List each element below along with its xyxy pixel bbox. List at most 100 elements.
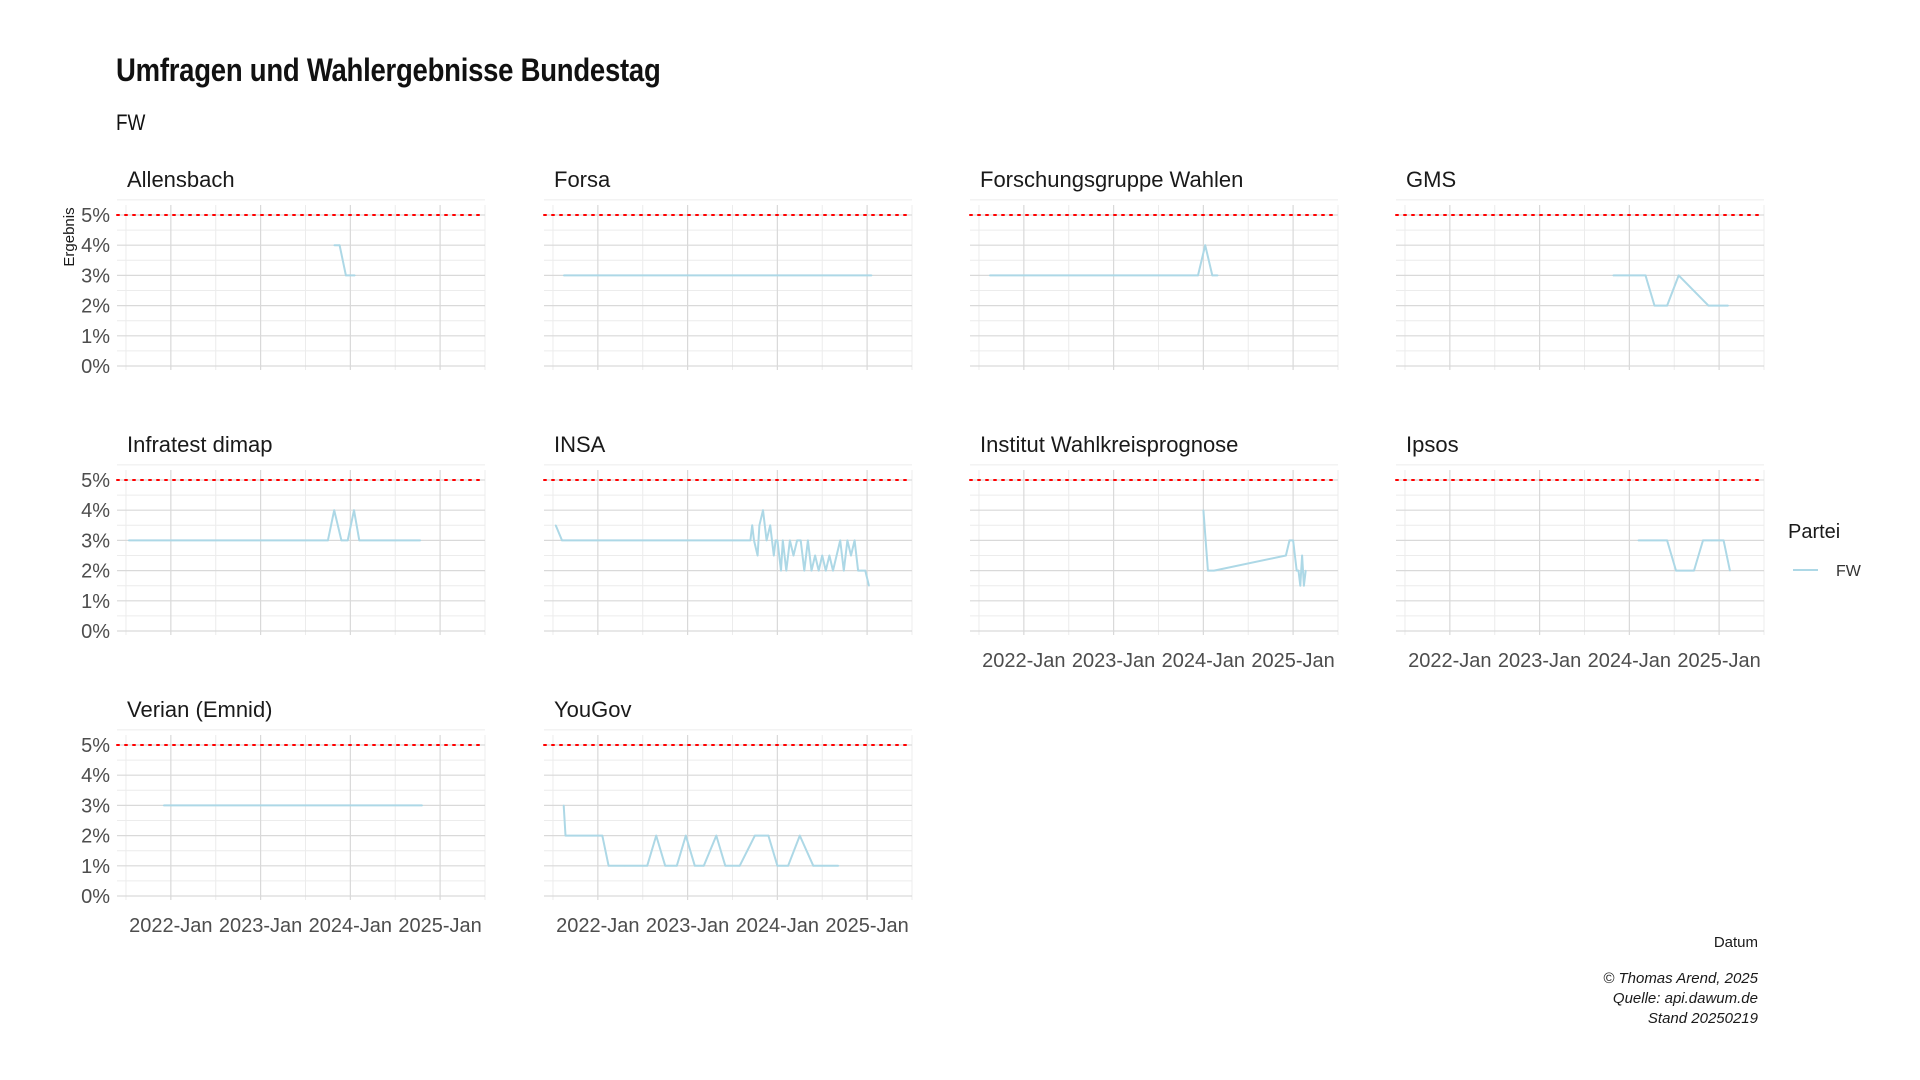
data-point: [1707, 304, 1710, 307]
data-point: [842, 569, 845, 572]
data-point: [853, 539, 856, 542]
x-tick-label: 2025-Jan: [398, 915, 481, 937]
x-tick-label: 2023-Jan: [1072, 650, 1155, 672]
legend-title: Partei: [1788, 521, 1840, 543]
data-point: [1729, 569, 1731, 572]
data-point: [769, 524, 771, 527]
panel-title: Forschungsgruppe Wahlen: [980, 167, 1243, 192]
data-point: [421, 804, 423, 807]
x-tick-label: 2023-Jan: [219, 915, 302, 937]
panel-verian-emnid-: Verian (Emnid) 0% 1% 2% 3% 4% 5% 2022-Jan 2023-J…: [81, 697, 486, 937]
panel-title: YouGov: [554, 697, 631, 722]
data-point: [835, 554, 838, 557]
faceted-line-chart: Allensbach 0% 1% 2% 3% 4% 5% Forsa Forschungsgru…: [61, 167, 1862, 1027]
data-point: [394, 539, 397, 542]
y-tick-label: 0%: [81, 886, 110, 908]
panel-forschungsgruppe-wahlen: Forschungsgruppe Wahlen: [969, 167, 1339, 370]
data-point: [562, 804, 565, 807]
data-point: [562, 274, 565, 277]
x-tick-label: 2025-Jan: [825, 915, 908, 937]
data-point: [162, 804, 165, 807]
data-point: [1644, 274, 1647, 277]
x-tick-label: 2024-Jan: [736, 915, 819, 937]
data-point: [1204, 244, 1206, 246]
y-tick-label: 4%: [81, 500, 110, 522]
data-point: [753, 539, 755, 542]
x-tick-label: 2024-Jan: [1588, 650, 1671, 672]
data-point: [693, 865, 696, 867]
data-point: [1292, 539, 1294, 542]
data-point: [1299, 584, 1302, 587]
data-point: [823, 865, 825, 867]
data-point: [772, 554, 775, 557]
y-tick-label: 4%: [81, 235, 110, 257]
data-point: [792, 554, 795, 557]
panel-yougov: YouGov 2022-Jan 2023-Jan 2024-Jan 2025-Jan: [543, 697, 913, 937]
data-point: [1211, 274, 1214, 277]
x-tick-label: 2023-Jan: [1498, 650, 1581, 672]
data-point: [340, 539, 343, 542]
data-point: [1637, 539, 1640, 542]
data-point: [1202, 509, 1205, 512]
data-point: [864, 569, 867, 572]
y-tick-label: 1%: [81, 856, 110, 878]
panel-infratest-dimap: Infratest dimap 0% 1% 2% 3% 4% 5%: [81, 432, 486, 643]
data-point: [564, 834, 567, 837]
data-point: [1666, 304, 1668, 307]
data-point: [345, 274, 347, 277]
panel-title: Allensbach: [127, 167, 235, 192]
data-point: [1303, 584, 1305, 587]
data-point: [1711, 539, 1713, 542]
caption-date: Stand 20250219: [1648, 1010, 1759, 1027]
data-point: [774, 539, 777, 542]
data-point: [1288, 539, 1291, 542]
data-point: [655, 834, 657, 837]
panel-title: Institut Wahlkreisprognose: [980, 432, 1238, 457]
data-point: [814, 554, 816, 557]
x-tick-label: 2025-Jan: [1677, 650, 1760, 672]
x-tick-label: 2024-Jan: [1162, 650, 1245, 672]
data-point: [839, 539, 841, 542]
data-point: [817, 569, 820, 572]
data-point: [767, 834, 770, 837]
data-point: [825, 569, 827, 572]
data-point: [988, 274, 991, 277]
y-tick-label: 5%: [81, 205, 110, 227]
data-point: [561, 539, 563, 542]
data-point: [1216, 274, 1219, 277]
y-tick-label: 2%: [81, 826, 110, 848]
data-point: [676, 865, 678, 867]
data-point: [1693, 569, 1695, 572]
data-point: [868, 584, 870, 587]
legend-label-fw: FW: [1836, 563, 1862, 580]
panel-title: Infratest dimap: [127, 432, 273, 457]
data-point: [799, 539, 802, 542]
y-axis-title: Ergebnis: [61, 207, 78, 266]
y-tick-label: 4%: [81, 765, 110, 787]
y-tick-label: 0%: [81, 621, 110, 643]
x-tick-label: 2022-Jan: [129, 915, 212, 937]
panel-title: GMS: [1406, 167, 1456, 192]
data-point: [354, 274, 356, 277]
panel-title: INSA: [554, 432, 606, 457]
data-point: [327, 539, 329, 542]
data-point: [1197, 274, 1199, 277]
data-point: [623, 865, 626, 867]
data-point: [780, 569, 782, 572]
y-tick-label: 3%: [81, 795, 110, 817]
data-point: [803, 569, 806, 572]
data-point: [1295, 569, 1298, 572]
data-point: [346, 539, 349, 542]
panel-forsa: Forsa: [543, 167, 913, 370]
data-point: [781, 539, 784, 542]
panel-title: Forsa: [554, 167, 611, 192]
data-point: [1653, 304, 1656, 307]
data-point: [846, 539, 849, 542]
panel-institut-wahlkreisprognose: Institut Wahlkreisprognose 2022-Jan 2023-J…: [969, 432, 1339, 672]
data-point: [601, 834, 604, 837]
data-point: [646, 865, 649, 867]
data-point: [860, 569, 863, 572]
data-point: [333, 509, 336, 512]
data-point: [1301, 554, 1303, 557]
x-axis-title: Datum: [1714, 934, 1758, 951]
